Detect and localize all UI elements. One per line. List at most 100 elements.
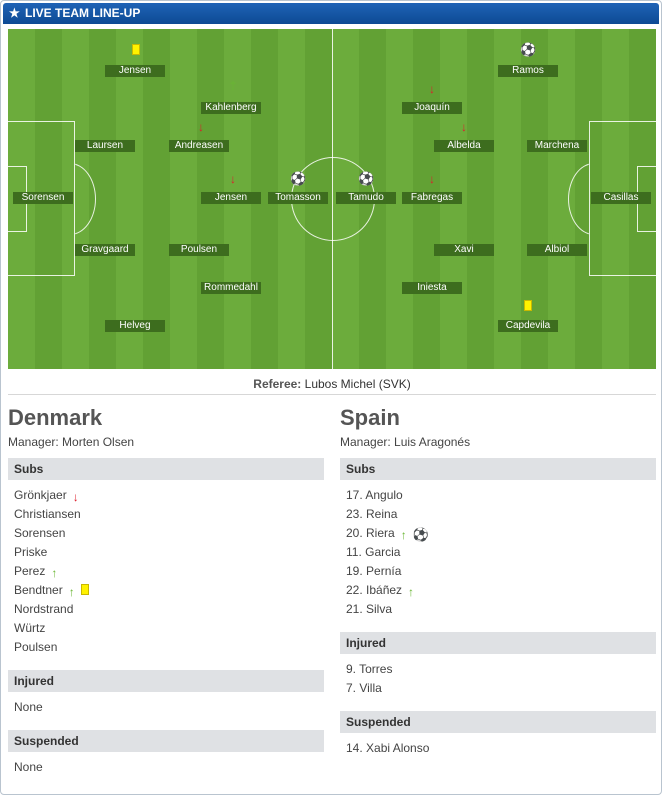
player-home[interactable]: Helveg [105, 320, 165, 332]
team-name: Spain [340, 405, 400, 430]
sub-player-name: Bendtner [14, 583, 63, 597]
sub-player-name: Christiansen [14, 507, 81, 521]
away-suspended-section: Suspended 14. Xabi Alonso [340, 711, 656, 758]
suspended-player: 14. Xabi Alonso [346, 741, 430, 755]
goal-ball-icon: ⚽ [412, 527, 429, 542]
yellow-card-icon [132, 44, 140, 55]
sub-player-name: 21. Silva [346, 602, 393, 616]
sub-player: Nordstrand [8, 600, 324, 619]
player-away[interactable]: Tamudo [336, 192, 396, 204]
sub-on-arrow-icon: ↑ [68, 585, 75, 599]
home-injured-section: Injured None [8, 670, 324, 717]
player-away[interactable]: Xavi [434, 244, 494, 256]
sub-off-arrow-icon: ↓ [230, 172, 236, 186]
sub-player: Bendtner ↑ [8, 581, 324, 600]
referee-name: Lubos Michel (SVK) [304, 377, 411, 391]
player-away[interactable]: Fabregas [402, 192, 462, 204]
section-heading: Injured [8, 670, 324, 692]
injured-player: 7. Villa [346, 681, 382, 695]
player-home[interactable]: Tomasson [268, 192, 328, 204]
injured-player: 9. Torres [346, 662, 393, 676]
section-heading: Suspended [8, 730, 324, 752]
sub-player-name: Priske [14, 545, 48, 559]
sub-player: Grönkjaer ↓ [8, 486, 324, 505]
sub-player: 20. Riera ↑ ⚽ [340, 524, 656, 543]
goal-ball-icon: ⚽ [520, 42, 537, 57]
sub-player: 21. Silva [340, 600, 656, 619]
sub-off-arrow-icon: ↓ [429, 172, 435, 186]
away-injured-section: Injured 9. Torres 7. Villa [340, 632, 656, 698]
sub-off-arrow-icon: ↓ [429, 82, 435, 96]
team-manager: Manager: Luis Aragonés [340, 435, 471, 449]
home-suspended-section: Suspended None [8, 730, 324, 777]
sub-player-name: 22. Ibáñez [346, 583, 403, 597]
injured-player: None [14, 700, 43, 714]
section-heading: Injured [340, 632, 656, 654]
goal-ball-icon: ⚽ [290, 171, 307, 186]
player-away[interactable]: Casillas [591, 192, 651, 204]
sub-on-arrow-icon: ↑ [408, 585, 415, 599]
sub-player-name: Poulsen [14, 640, 58, 654]
player-away[interactable]: Albelda [434, 140, 494, 152]
section-heading: Suspended [340, 711, 656, 733]
widget-header: ★ LIVE TEAM LINE-UP [3, 3, 659, 24]
sub-player: 22. Ibáñez ↑ [340, 581, 656, 600]
player-away[interactable]: Capdevila [498, 320, 558, 332]
home-team-info: Denmark Manager: Morten Olsen [8, 405, 324, 450]
sub-player-name: 11. Garcia [346, 545, 401, 559]
player-home[interactable]: Kahlenberg [201, 102, 261, 114]
sub-on-arrow-icon: ⇡ [227, 79, 239, 93]
sub-player: Perez ↑ [8, 562, 324, 581]
section-heading: Subs [340, 458, 656, 480]
sub-on-arrow-icon: ↑ [51, 566, 58, 580]
player-away[interactable]: Ramos [498, 65, 558, 77]
sub-player-name: 23. Reina [346, 507, 398, 521]
sub-player: Sorensen [8, 524, 324, 543]
sub-off-arrow-icon: ↓ [461, 120, 467, 134]
player-away[interactable]: Iniesta [402, 282, 462, 294]
widget-title: LIVE TEAM LINE-UP [25, 6, 141, 20]
player-away[interactable]: Marchena [527, 140, 587, 152]
football-pitch: Jensen Kahlenberg ⇡ Laursen Andreasen ↓ … [8, 29, 656, 369]
player-home[interactable]: Jensen [105, 65, 165, 77]
yellow-card-icon [80, 584, 89, 595]
home-subs-section: Subs Grönkjaer ↓ Christiansen Sorensen Pr… [8, 458, 324, 657]
sub-player: 19. Pernía [340, 562, 656, 581]
player-away[interactable]: Albiol [527, 244, 587, 256]
star-icon: ★ [9, 6, 20, 20]
referee-label: Referee: [253, 377, 302, 391]
sub-player-name: Grönkjaer [14, 488, 67, 502]
sub-player-name: Sorensen [14, 526, 66, 540]
sub-player-name: 17. Angulo [346, 488, 403, 502]
team-manager: Manager: Morten Olsen [8, 435, 135, 449]
player-home[interactable]: Rommedahl [201, 282, 261, 294]
sub-on-arrow-icon: ↑ [400, 528, 407, 542]
goal-ball-icon: ⚽ [358, 171, 375, 186]
sub-player: Würtz [8, 619, 324, 638]
section-heading: Subs [8, 458, 324, 480]
sub-off-arrow-icon: ↓ [198, 120, 204, 134]
away-team-info: Spain Manager: Luis Aragonés [340, 405, 656, 450]
player-home[interactable]: Andreasen [169, 140, 229, 152]
away-subs-section: Subs 17. Angulo 23. Reina 20. Riera ↑ ⚽ 11… [340, 458, 656, 619]
player-away[interactable]: Joaquín [402, 102, 462, 114]
team-name: Denmark [8, 405, 103, 430]
sub-player-name: 20. Riera [346, 526, 395, 540]
sub-off-arrow-icon: ↓ [72, 490, 79, 504]
player-home[interactable]: Poulsen [169, 244, 229, 256]
lineup-widget: ★ LIVE TEAM LINE-UP Jensen Kahlenberg ⇡ L… [0, 0, 662, 795]
player-home[interactable]: Laursen [75, 140, 135, 152]
sub-player: Christiansen [8, 505, 324, 524]
sub-player: Priske [8, 543, 324, 562]
player-home[interactable]: Gravgaard [75, 244, 135, 256]
sub-player: 17. Angulo [340, 486, 656, 505]
sub-player-name: Perez [14, 564, 46, 578]
player-home[interactable]: Jensen [201, 192, 261, 204]
sub-player-name: Nordstrand [14, 602, 74, 616]
player-home[interactable]: Sorensen [13, 192, 73, 204]
sub-player-name: 19. Pernía [346, 564, 402, 578]
sub-player: 23. Reina [340, 505, 656, 524]
sub-player-name: Würtz [14, 621, 46, 635]
yellow-card-icon [524, 300, 532, 311]
sub-player: Poulsen [8, 638, 324, 657]
